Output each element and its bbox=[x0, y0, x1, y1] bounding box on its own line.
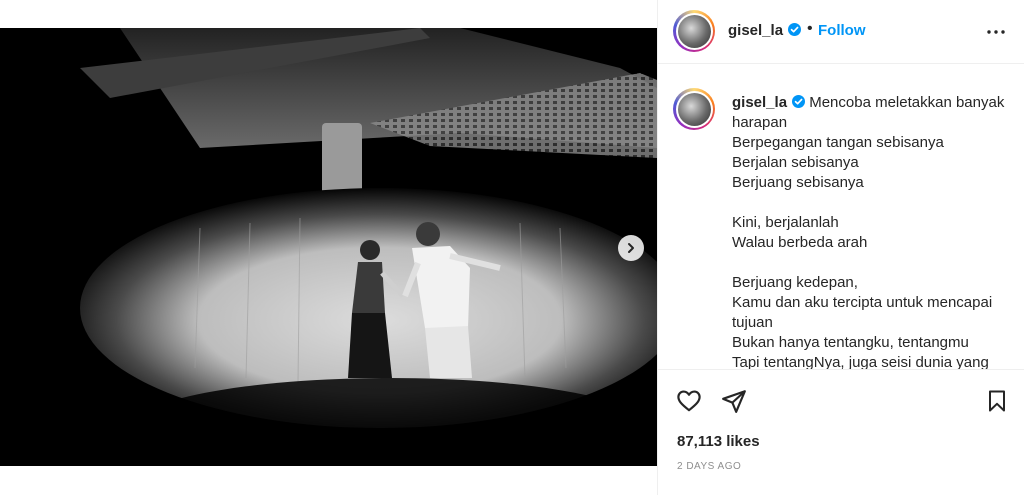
post-media bbox=[0, 0, 657, 495]
caption-line: Berjuang sebisanya bbox=[732, 174, 864, 191]
caption-line: Kamu dan aku tercipta untuk mencapai bbox=[732, 294, 993, 311]
post-panel: gisel_la • Follow gisel_la Mencoba melet… bbox=[657, 0, 1024, 495]
post-header: gisel_la • Follow bbox=[658, 0, 1024, 64]
caption: gisel_la Mencoba meletakkan banyak harap… bbox=[732, 93, 1012, 369]
chevron-right-icon bbox=[628, 243, 634, 253]
username-link[interactable]: gisel_la bbox=[728, 22, 802, 39]
heart-icon[interactable] bbox=[676, 388, 702, 414]
caption-section: gisel_la Mencoba meletakkan banyak harap… bbox=[658, 64, 1024, 369]
verified-badge-icon bbox=[788, 23, 802, 36]
caption-line: tujuan bbox=[732, 314, 773, 331]
post-date[interactable]: 2 DAYS AGO bbox=[677, 461, 741, 472]
bookmark-icon[interactable] bbox=[985, 388, 1009, 414]
caption-line: Bukan hanya tentangku, tentangmu bbox=[732, 334, 969, 351]
follow-button[interactable]: Follow bbox=[818, 22, 866, 39]
caption-username[interactable]: gisel_la bbox=[732, 94, 787, 111]
caption-line: Mencoba meletakkan banyak bbox=[809, 94, 1005, 111]
post-photo[interactable] bbox=[0, 28, 657, 466]
caption-line: Berjalan sebisanya bbox=[732, 154, 859, 171]
caption-line: Berpegangan tangan sebisanya bbox=[732, 134, 944, 151]
likes-count[interactable]: 87,113 likes bbox=[677, 433, 760, 450]
caption-line: harapan bbox=[732, 114, 788, 131]
verified-badge-icon bbox=[792, 95, 806, 108]
avatar[interactable] bbox=[673, 10, 715, 52]
post-actions: 87,113 likes 2 DAYS AGO bbox=[658, 369, 1024, 495]
more-options-button[interactable] bbox=[984, 20, 1008, 44]
username-text: gisel_la bbox=[728, 22, 784, 39]
next-image-button[interactable] bbox=[618, 235, 644, 261]
more-options-icon bbox=[987, 30, 1005, 34]
caption-avatar[interactable] bbox=[673, 88, 715, 130]
caption-line: Tapi tentangNya, juga seisi dunia yang bbox=[732, 354, 989, 369]
caption-line: Berjuang kedepan, bbox=[732, 274, 858, 291]
caption-line: Walau berbeda arah bbox=[732, 234, 868, 251]
photo-image bbox=[0, 28, 657, 466]
caption-line: Kini, berjalanlah bbox=[732, 214, 839, 231]
separator-dot: • bbox=[807, 20, 813, 37]
paper-plane-icon[interactable] bbox=[721, 388, 747, 414]
